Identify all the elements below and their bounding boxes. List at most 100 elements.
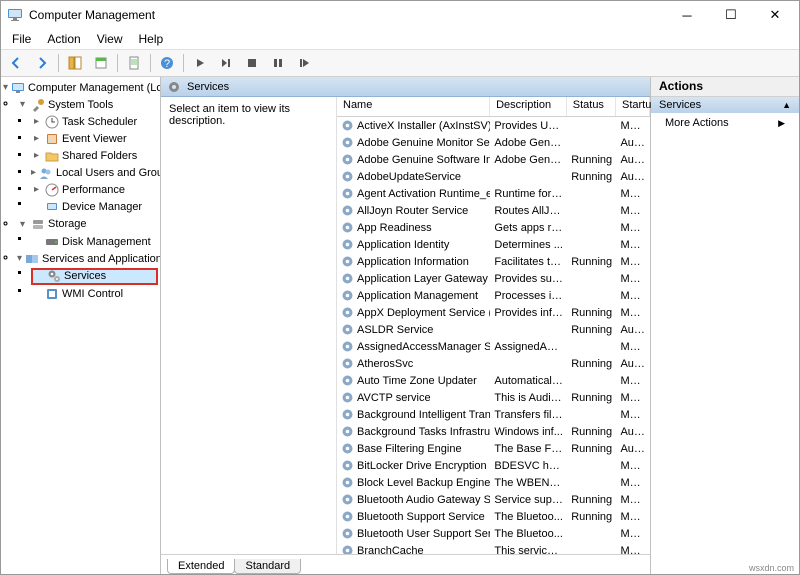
service-status: Running — [567, 307, 616, 319]
service-description: The Base Filt... — [490, 443, 567, 455]
service-row[interactable]: Background Intelligent Tran...Transfers … — [337, 406, 650, 423]
tree-disk-management[interactable]: Disk Management — [31, 233, 158, 250]
service-row[interactable]: Bluetooth User Support Serv...The Blueto… — [337, 525, 650, 542]
service-status: Running — [567, 324, 616, 336]
minimize-button[interactable]: ─ — [665, 1, 709, 29]
body: ▾ Computer Management (Local) ▾System To… — [1, 77, 799, 574]
gear-icon — [341, 306, 354, 319]
service-row[interactable]: Application IdentityDetermines ...Manu — [337, 236, 650, 253]
service-row[interactable]: Application ManagementProcesses in...Man… — [337, 287, 650, 304]
toolbar-separator — [117, 54, 118, 72]
gear-icon — [341, 289, 354, 302]
tree-services-apps[interactable]: ▾Services and Applications — [17, 250, 158, 267]
service-row[interactable]: ASLDR ServiceRunningAutor — [337, 321, 650, 338]
actions-pane: Actions Services ▲ More Actions ▶ — [651, 77, 799, 574]
tree-task-scheduler[interactable]: ▸Task Scheduler — [31, 113, 158, 130]
service-description: The Bluetoo... — [490, 511, 567, 523]
menu-file[interactable]: File — [5, 31, 38, 47]
service-row[interactable]: AllJoyn Router ServiceRoutes AllJo...Man… — [337, 202, 650, 219]
service-name: Block Level Backup Engine S... — [337, 476, 490, 489]
tree-performance[interactable]: ▸Performance — [31, 181, 158, 198]
service-row[interactable]: Application Layer Gateway S...Provides s… — [337, 270, 650, 287]
service-description: Provides sup... — [490, 273, 567, 285]
gear-icon — [341, 238, 354, 251]
list-header[interactable]: Name Description Status Startu — [337, 97, 650, 117]
export-button[interactable] — [122, 52, 146, 74]
pause-button[interactable] — [266, 52, 290, 74]
service-name: Adobe Genuine Software Int... — [337, 153, 490, 166]
tree-local-users[interactable]: ▸Local Users and Groups — [31, 164, 158, 181]
menu-help[interactable]: Help — [132, 31, 171, 47]
gear-icon — [341, 391, 354, 404]
service-description: Transfers file... — [490, 409, 567, 421]
service-status: Running — [567, 426, 616, 438]
tree-wmi-control[interactable]: WMI Control — [31, 285, 158, 302]
service-row[interactable]: Bluetooth Support ServiceThe Bluetoo...R… — [337, 508, 650, 525]
service-row[interactable]: App ReadinessGets apps re...Manu — [337, 219, 650, 236]
service-name: Application Information — [337, 255, 490, 268]
play-step-button[interactable] — [214, 52, 238, 74]
service-row[interactable]: AssignedAccessManager Ser...AssignedAcc.… — [337, 338, 650, 355]
service-row[interactable]: Adobe Genuine Software Int...Adobe Genui… — [337, 151, 650, 168]
center-title: Services — [187, 81, 229, 93]
list-rows[interactable]: ActiveX Installer (AxInstSV)Provides Use… — [337, 117, 650, 554]
window: Computer Management ─ ☐ ✕ File Action Vi… — [0, 0, 800, 575]
tree-shared-folders[interactable]: ▸Shared Folders — [31, 147, 158, 164]
tree-event-viewer[interactable]: ▸Event Viewer — [31, 130, 158, 147]
service-row[interactable]: Background Tasks Infrastruc...Windows in… — [337, 423, 650, 440]
service-row[interactable]: Agent Activation Runtime_e...Runtime for… — [337, 185, 650, 202]
service-description: Service supp... — [490, 494, 567, 506]
service-row[interactable]: Base Filtering EngineThe Base Filt...Run… — [337, 440, 650, 457]
actions-more[interactable]: More Actions ▶ — [651, 113, 799, 133]
help-button[interactable]: ? — [155, 52, 179, 74]
col-name[interactable]: Name — [337, 97, 490, 116]
service-name: Background Intelligent Tran... — [337, 408, 490, 421]
col-description[interactable]: Description — [490, 97, 567, 116]
menu-action[interactable]: Action — [40, 31, 87, 47]
gear-icon — [341, 221, 354, 234]
gear-icon — [341, 476, 354, 489]
menu-view[interactable]: View — [90, 31, 130, 47]
tree-root[interactable]: ▾ Computer Management (Local) — [3, 79, 158, 96]
gears-icon — [47, 269, 61, 283]
gear-icon — [341, 323, 354, 336]
service-row[interactable]: AdobeUpdateServiceRunningAutor — [337, 168, 650, 185]
service-row[interactable]: AppX Deployment Service (A...Provides in… — [337, 304, 650, 321]
view-tabs: Extended Standard — [161, 554, 650, 574]
col-status[interactable]: Status — [567, 97, 616, 116]
col-startup[interactable]: Startu — [616, 97, 650, 116]
forward-button[interactable] — [30, 52, 54, 74]
service-row[interactable]: BranchCacheThis service ...Manu — [337, 542, 650, 554]
tree-system-tools[interactable]: ▾System Tools — [17, 96, 158, 113]
maximize-button[interactable]: ☐ — [709, 1, 753, 29]
service-row[interactable]: BitLocker Drive Encryption S...BDESVC ho… — [337, 457, 650, 474]
services-list[interactable]: Name Description Status Startu ActiveX I… — [337, 97, 650, 554]
service-name: AssignedAccessManager Ser... — [337, 340, 490, 353]
tree-device-manager[interactable]: Device Manager — [31, 199, 158, 216]
tab-standard[interactable]: Standard — [234, 559, 301, 574]
tree-storage[interactable]: ▾Storage — [17, 216, 158, 233]
service-row[interactable]: Auto Time Zone UpdaterAutomaticall...Man… — [337, 372, 650, 389]
titlebar[interactable]: Computer Management ─ ☐ ✕ — [1, 1, 799, 29]
service-startup: Manu — [616, 273, 650, 285]
tree-pane[interactable]: ▾ Computer Management (Local) ▾System To… — [1, 77, 161, 574]
service-row[interactable]: AVCTP serviceThis is Audio...RunningManu — [337, 389, 650, 406]
service-row[interactable]: Bluetooth Audio Gateway Ser...Service su… — [337, 491, 650, 508]
stop-button[interactable] — [240, 52, 264, 74]
service-status: Running — [567, 154, 616, 166]
service-row[interactable]: Block Level Backup Engine S...The WBENGI… — [337, 474, 650, 491]
restart-button[interactable] — [292, 52, 316, 74]
actions-section[interactable]: Services ▲ — [651, 97, 799, 113]
service-row[interactable]: AtherosSvcRunningAutor — [337, 355, 650, 372]
service-row[interactable]: Application InformationFacilitates th...… — [337, 253, 650, 270]
service-name: AtherosSvc — [337, 357, 490, 370]
play-button[interactable] — [188, 52, 212, 74]
properties-button[interactable] — [89, 52, 113, 74]
service-row[interactable]: ActiveX Installer (AxInstSV)Provides Use… — [337, 117, 650, 134]
tab-extended[interactable]: Extended — [167, 559, 235, 574]
back-button[interactable] — [4, 52, 28, 74]
service-row[interactable]: Adobe Genuine Monitor Ser...Adobe Genui.… — [337, 134, 650, 151]
close-button[interactable]: ✕ — [753, 1, 797, 29]
show-hide-tree-button[interactable] — [63, 52, 87, 74]
tree-services[interactable]: Services — [31, 268, 158, 285]
